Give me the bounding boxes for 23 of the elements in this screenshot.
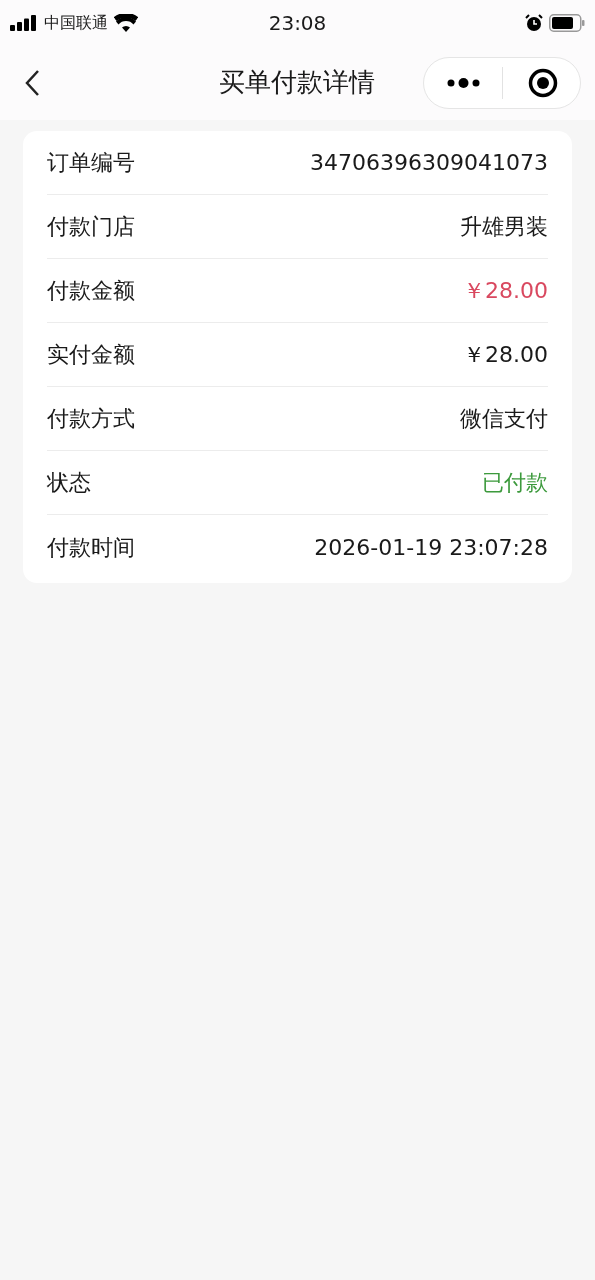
field-value: 2026-01-19 23:07:28 bbox=[314, 533, 548, 562]
carrier-name: 中国联通 bbox=[44, 11, 108, 34]
page-title: 买单付款详情 bbox=[219, 66, 375, 99]
clock-time: 23:08 bbox=[268, 9, 327, 37]
battery-icon bbox=[549, 13, 585, 32]
field-value: 已付款 bbox=[482, 469, 548, 497]
field-value: 升雄男装 bbox=[460, 213, 548, 241]
field-label: 付款方式 bbox=[47, 405, 135, 433]
field-value: 34706396309041073 bbox=[310, 149, 548, 177]
signal-icon bbox=[10, 14, 38, 31]
field-label: 状态 bbox=[47, 469, 91, 497]
field-value: ￥28.00 bbox=[463, 341, 548, 369]
field-value: 微信支付 bbox=[460, 405, 548, 433]
field-label: 订单编号 bbox=[47, 149, 135, 177]
back-icon[interactable] bbox=[24, 68, 40, 97]
field-label: 付款金额 bbox=[47, 277, 135, 305]
field-label: 实付金额 bbox=[47, 341, 135, 369]
alarm-icon bbox=[525, 13, 543, 32]
field-label: 付款门店 bbox=[47, 213, 135, 241]
field-value: ￥28.00 bbox=[463, 277, 548, 305]
wifi-icon bbox=[114, 13, 138, 32]
more-icon[interactable] bbox=[447, 76, 480, 89]
field-label: 付款时间 bbox=[47, 533, 135, 562]
